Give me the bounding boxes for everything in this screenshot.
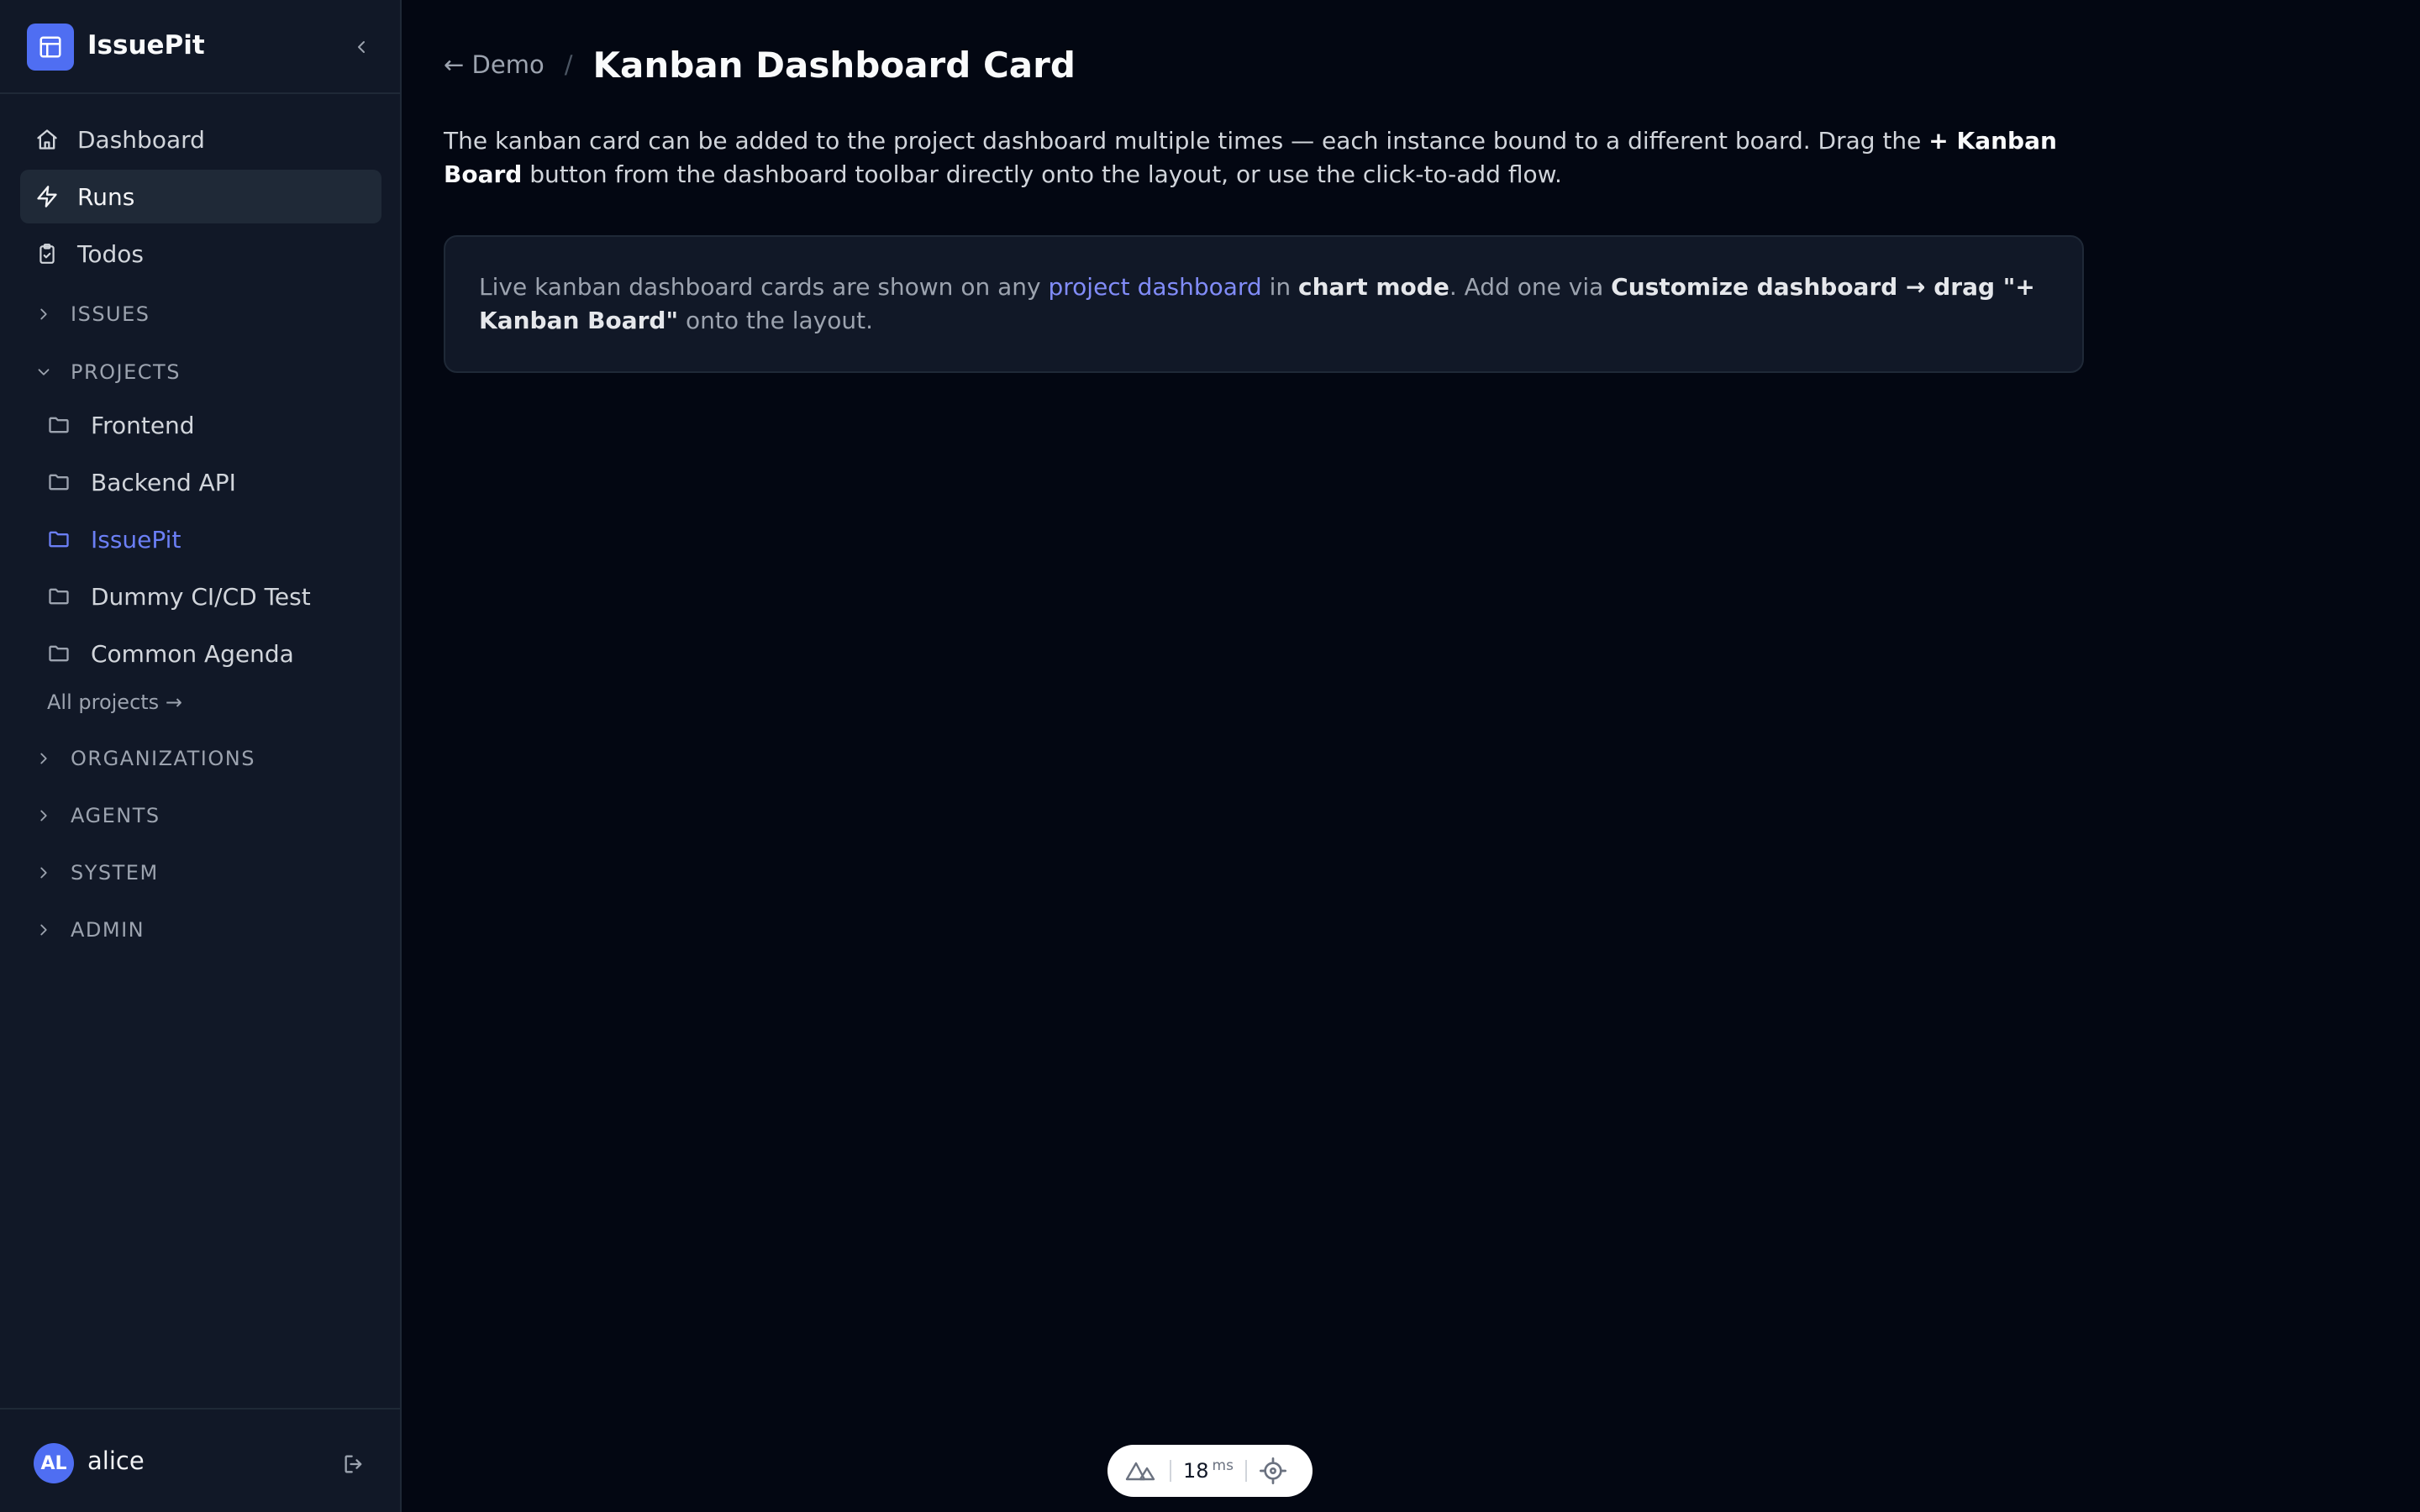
- render-time-value: 18: [1183, 1459, 1209, 1483]
- app-name: IssuePit: [87, 30, 205, 60]
- sidebar-footer: AL alice: [0, 1408, 402, 1512]
- section-issues-label: ISSUES: [71, 302, 150, 326]
- section-agents[interactable]: AGENTS: [32, 799, 160, 832]
- section-agents-label: AGENTS: [71, 804, 160, 827]
- chevron-right-icon: [32, 918, 55, 942]
- section-organizations[interactable]: ORGANIZATIONS: [32, 742, 255, 775]
- nav-runs-label: Runs: [77, 182, 135, 211]
- username: alice: [87, 1446, 145, 1475]
- sidebar: IssuePit Dashboard Runs Todos ISSUES PRO…: [0, 0, 402, 1512]
- intro-text: button from the dashboard toolbar direct…: [522, 160, 1562, 188]
- lightning-icon: [34, 183, 60, 210]
- folder-icon: [45, 583, 72, 610]
- main-content: ← Demo / Kanban Dashboard Card The kanba…: [402, 0, 2420, 1512]
- chevron-left-icon: [358, 41, 365, 53]
- project-label: Backend API: [91, 468, 236, 496]
- folder-icon: [45, 526, 72, 553]
- project-dashboard-link[interactable]: project dashboard: [1048, 273, 1261, 301]
- nav-dashboard-label: Dashboard: [77, 125, 205, 154]
- page-title: Kanban Dashboard Card: [592, 44, 1076, 86]
- info-text: onto the layout.: [678, 307, 873, 334]
- folder-icon: [45, 412, 72, 438]
- logout-icon: [345, 1455, 362, 1473]
- clipboard-check-icon: [34, 240, 60, 267]
- nuxt-logo-icon[interactable]: [1124, 1458, 1158, 1483]
- nav-todos[interactable]: Todos: [20, 227, 381, 281]
- nav-dashboard[interactable]: Dashboard: [20, 113, 381, 166]
- chevron-right-icon: [32, 861, 55, 885]
- folder-icon: [45, 469, 72, 496]
- chevron-right-icon: [32, 302, 55, 326]
- all-projects-link[interactable]: All projects →: [47, 690, 182, 714]
- info-text: in: [1261, 273, 1299, 301]
- project-label: Frontend: [91, 411, 195, 439]
- devbar-divider: [1170, 1460, 1171, 1482]
- chevron-right-icon: [32, 804, 55, 827]
- chevron-right-icon: [32, 747, 55, 770]
- logout-button[interactable]: [339, 1450, 368, 1478]
- info-text: . Add one via: [1449, 273, 1612, 301]
- section-admin-label: ADMIN: [71, 918, 145, 942]
- section-admin[interactable]: ADMIN: [32, 913, 145, 947]
- breadcrumb-separator: /: [564, 50, 573, 79]
- project-item-common-agenda[interactable]: Common Agenda: [45, 630, 381, 677]
- breadcrumb: ← Demo / Kanban Dashboard Card: [444, 44, 1076, 86]
- project-item-backend-api[interactable]: Backend API: [45, 459, 381, 506]
- intro-text: The kanban card can be added to the proj…: [444, 127, 1929, 155]
- info-text: Live kanban dashboard cards are shown on…: [479, 273, 1049, 301]
- intro-description: The kanban card can be added to the proj…: [444, 124, 2124, 192]
- section-projects[interactable]: PROJECTS: [32, 355, 181, 389]
- section-system-label: SYSTEM: [71, 861, 159, 885]
- sidebar-header: IssuePit: [0, 0, 402, 94]
- component-inspector-icon[interactable]: [1259, 1457, 1287, 1485]
- devbar-divider: [1244, 1460, 1247, 1482]
- project-label: Dummy CI/CD Test: [91, 582, 311, 611]
- nav-todos-label: Todos: [77, 239, 144, 268]
- nav-runs[interactable]: Runs: [20, 170, 381, 223]
- project-label: IssuePit: [91, 525, 182, 554]
- app-logo-icon[interactable]: [27, 24, 74, 71]
- section-projects-label: PROJECTS: [71, 360, 181, 384]
- project-item-dummy-ci-cd-test[interactable]: Dummy CI/CD Test: [45, 573, 381, 620]
- collapse-sidebar-button[interactable]: [346, 32, 376, 62]
- folder-icon: [45, 640, 72, 667]
- section-issues[interactable]: ISSUES: [32, 297, 150, 331]
- avatar[interactable]: AL: [34, 1443, 74, 1483]
- project-item-frontend[interactable]: Frontend: [45, 402, 381, 449]
- info-chart-mode: chart mode: [1298, 273, 1449, 301]
- nuxt-devtools-bar[interactable]: 18 ms: [1107, 1445, 1313, 1497]
- home-icon: [34, 126, 60, 153]
- section-organizations-label: ORGANIZATIONS: [71, 747, 255, 770]
- back-to-demo-link[interactable]: ← Demo: [444, 50, 544, 79]
- info-callout: Live kanban dashboard cards are shown on…: [444, 235, 2084, 373]
- project-label: Common Agenda: [91, 639, 294, 668]
- chevron-down-icon: [32, 360, 55, 384]
- section-system[interactable]: SYSTEM: [32, 856, 159, 890]
- render-time-unit: ms: [1212, 1457, 1234, 1474]
- project-item-issuepit[interactable]: IssuePit: [45, 516, 381, 563]
